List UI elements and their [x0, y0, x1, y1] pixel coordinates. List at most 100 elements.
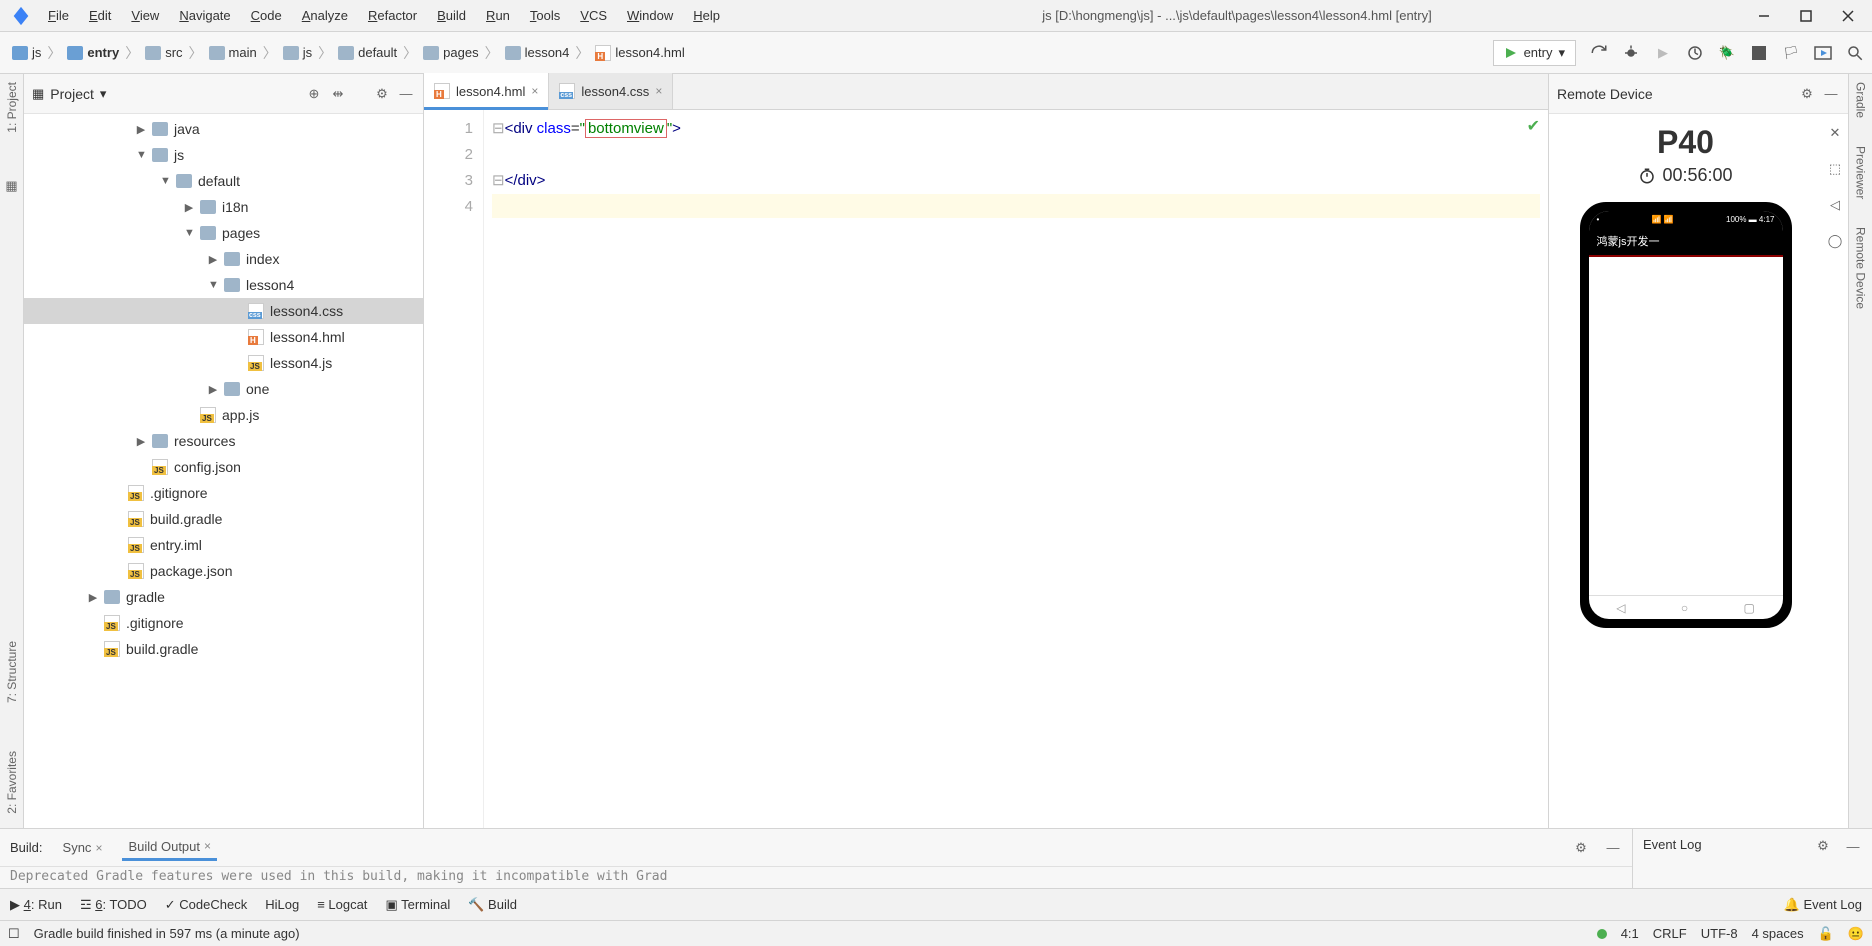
structure-tool-button[interactable]: 7: Structure — [5, 637, 19, 707]
menu-code[interactable]: Code — [241, 4, 292, 27]
run-tool-button[interactable]: ▶ 4: 4: RunRun — [10, 897, 62, 913]
lock-icon[interactable]: 🔓 — [1818, 926, 1834, 942]
close-tab-icon[interactable]: × — [531, 84, 538, 98]
favorites-tool-button[interactable]: 2: Favorites — [5, 747, 19, 818]
menu-help[interactable]: Help — [683, 4, 730, 27]
breadcrumb-item[interactable]: main — [205, 43, 261, 62]
line-ending[interactable]: CRLF — [1653, 926, 1687, 941]
profile-icon[interactable] — [1686, 44, 1704, 62]
menu-file[interactable]: File — [38, 4, 79, 27]
search-icon[interactable] — [1846, 44, 1864, 62]
inspector-icon[interactable]: 😐 — [1848, 926, 1864, 942]
tree-item[interactable]: ▶resources — [24, 428, 423, 454]
preview-rotate-icon[interactable]: ⬚ — [1826, 160, 1844, 178]
tree-item[interactable]: lesson4.css — [24, 298, 423, 324]
breadcrumb-item[interactable]: entry — [63, 43, 123, 62]
tree-item[interactable]: ▼pages — [24, 220, 423, 246]
project-tree[interactable]: ▶java▼js▼default▶i18n▼pages▶index▼lesson… — [24, 114, 423, 828]
debug-icon[interactable] — [1622, 44, 1640, 62]
menu-vcs[interactable]: VCS — [570, 4, 617, 27]
gear-icon[interactable]: ⚙ — [1572, 839, 1590, 857]
avd-icon[interactable] — [1814, 44, 1832, 62]
tree-item[interactable]: ▶gradle — [24, 584, 423, 610]
maximize-button[interactable] — [1786, 4, 1826, 28]
codecheck-tool-button[interactable]: ✓ CodeCheck — [165, 897, 247, 913]
menu-run[interactable]: Run — [476, 4, 520, 27]
menu-analyze[interactable]: Analyze — [292, 4, 358, 27]
hide-icon[interactable]: — — [1604, 839, 1622, 857]
menu-refactor[interactable]: Refactor — [358, 4, 427, 27]
tree-item[interactable]: ▶java — [24, 116, 423, 142]
collapse-icon[interactable]: ⇹ — [329, 85, 347, 103]
editor-tab[interactable]: lesson4.css× — [549, 73, 673, 109]
tree-item[interactable]: build.gradle — [24, 636, 423, 662]
stop-icon[interactable] — [1750, 44, 1768, 62]
close-button[interactable] — [1828, 4, 1868, 28]
hilog-tool-button[interactable]: HiLog — [265, 897, 299, 912]
menu-build[interactable]: Build — [427, 4, 476, 27]
gear-icon[interactable]: ⚙ — [1798, 85, 1816, 103]
gradle-tool-button[interactable]: Gradle — [1854, 78, 1868, 122]
tree-item[interactable]: ▶i18n — [24, 194, 423, 220]
build-tool-button[interactable]: 🔨 Build — [468, 897, 517, 913]
menu-window[interactable]: Window — [617, 4, 683, 27]
preview-home-icon[interactable]: ◯ — [1826, 232, 1844, 250]
breadcrumb-item[interactable]: lesson4.hml — [591, 43, 688, 63]
refresh-icon[interactable] — [1590, 44, 1608, 62]
menu-tools[interactable]: Tools — [520, 4, 570, 27]
breadcrumb-item[interactable]: js — [279, 43, 316, 62]
close-tab-icon[interactable]: × — [655, 84, 662, 98]
code-editor[interactable]: 1 2 3 4 ⊟<div class="bottomview"> ⊟</div… — [424, 110, 1548, 828]
editor-tab[interactable]: lesson4.hml× — [424, 73, 549, 109]
attach-debug-icon[interactable]: 🪲 — [1718, 44, 1736, 62]
indent-setting[interactable]: 4 spaces — [1752, 926, 1804, 941]
gear-icon[interactable]: ⚙ — [373, 85, 391, 103]
tree-item[interactable]: .gitignore — [24, 480, 423, 506]
tree-item[interactable]: entry.iml — [24, 532, 423, 558]
breadcrumb-item[interactable]: src — [141, 43, 186, 62]
logcat-tool-button[interactable]: ≡ Logcat — [317, 897, 367, 912]
file-encoding[interactable]: UTF-8 — [1701, 926, 1738, 941]
menu-navigate[interactable]: Navigate — [169, 4, 240, 27]
previewer-tool-button[interactable]: Previewer — [1854, 142, 1868, 203]
breadcrumb-item[interactable]: js — [8, 43, 45, 62]
tab-sync[interactable]: Sync × — [57, 836, 109, 859]
locate-icon[interactable]: ⊕ — [305, 85, 323, 103]
tree-item[interactable]: ▼js — [24, 142, 423, 168]
tree-item[interactable]: package.json — [24, 558, 423, 584]
breadcrumb-item[interactable]: lesson4 — [501, 43, 574, 62]
menu-edit[interactable]: Edit — [79, 4, 121, 27]
tree-item[interactable]: ▼lesson4 — [24, 272, 423, 298]
caret-position[interactable]: 4:1 — [1621, 926, 1639, 941]
hide-icon[interactable]: — — [397, 85, 415, 103]
gear-icon[interactable]: ⚙ — [1814, 837, 1832, 855]
deploy-icon[interactable]: 🏳 — [1782, 44, 1800, 62]
terminal-tool-button[interactable]: ▣ Terminal — [385, 897, 450, 913]
rail-icon[interactable]: ▦ — [3, 177, 21, 195]
run-coverage-icon[interactable]: ▶ — [1654, 44, 1672, 62]
tree-item[interactable]: build.gradle — [24, 506, 423, 532]
project-tool-button[interactable]: 1: Project — [5, 78, 19, 137]
tree-item[interactable]: ▶one — [24, 376, 423, 402]
breadcrumb-item[interactable]: default — [334, 43, 401, 62]
hide-icon[interactable]: — — [1844, 837, 1862, 855]
todo-tool-button[interactable]: ☲ 6: TODO — [80, 897, 147, 913]
tree-item[interactable]: ▼default — [24, 168, 423, 194]
preview-back-icon[interactable]: ◁ — [1826, 196, 1844, 214]
tab-build-output[interactable]: Build Output × — [122, 835, 217, 861]
breadcrumb-item[interactable]: pages — [419, 43, 482, 62]
remote-device-tool-button[interactable]: Remote Device — [1854, 223, 1868, 313]
preview-close-icon[interactable]: ✕ — [1826, 124, 1844, 142]
hide-icon[interactable]: — — [1822, 85, 1840, 103]
minimize-button[interactable] — [1744, 4, 1784, 28]
tree-item[interactable]: app.js — [24, 402, 423, 428]
tree-item[interactable]: lesson4.js — [24, 350, 423, 376]
tree-item[interactable]: lesson4.hml — [24, 324, 423, 350]
event-log-tool-button[interactable]: 🔔 Event Log — [1784, 897, 1862, 913]
tree-item[interactable]: ▶index — [24, 246, 423, 272]
menu-view[interactable]: View — [121, 4, 169, 27]
run-config-selector[interactable]: entry ▾ — [1493, 40, 1576, 66]
tree-item[interactable]: .gitignore — [24, 610, 423, 636]
chevron-down-icon[interactable]: ▾ — [100, 86, 107, 102]
tree-item[interactable]: config.json — [24, 454, 423, 480]
